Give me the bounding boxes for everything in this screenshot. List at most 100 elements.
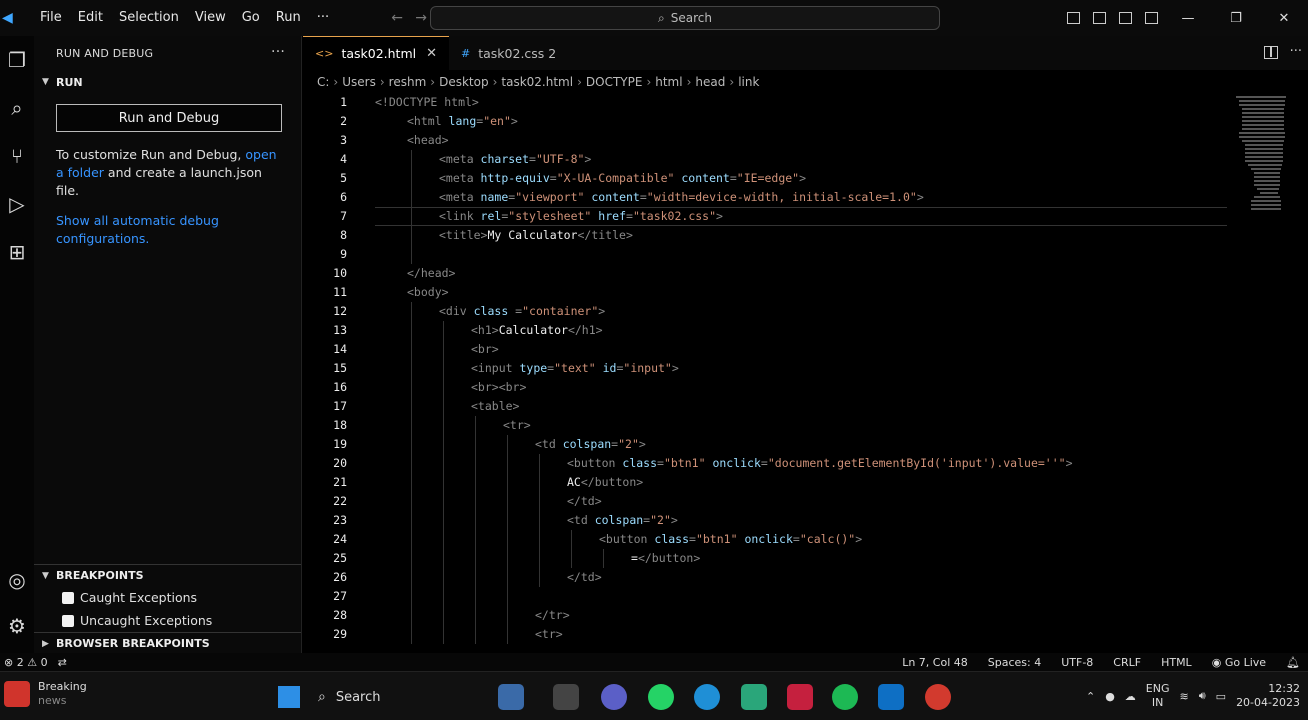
clock[interactable]: 12:32 20-04-2023	[1236, 682, 1300, 710]
widgets-app-icon[interactable]	[498, 684, 524, 710]
show-debug-configurations-link[interactable]: Show all automatic debug configurations.	[56, 212, 285, 248]
run-section-header[interactable]: ▼ RUN	[34, 70, 301, 94]
code-line[interactable]: 23 <td colspan="2">	[303, 511, 1308, 530]
menu-item-3[interactable]: View	[187, 0, 234, 36]
caught-exceptions-checkbox[interactable]	[62, 591, 74, 604]
run-and-debug-button[interactable]: Run and Debug	[56, 104, 282, 132]
whatsapp-icon[interactable]	[648, 684, 674, 710]
settings-gear-icon[interactable]: ⚙	[0, 606, 34, 646]
source-control-icon[interactable]: ⑂	[0, 136, 34, 176]
code-line[interactable]: 15 <input type="text" id="input">	[303, 359, 1308, 378]
toggle-primary-sidebar-icon[interactable]	[1060, 0, 1086, 36]
code-line[interactable]: 18 <tr>	[303, 416, 1308, 435]
chrome-browser-icon[interactable]	[741, 684, 767, 710]
chat-app-icon[interactable]	[601, 684, 627, 710]
taskbar-search[interactable]: ⌕ Search	[318, 684, 468, 710]
customize-layout-icon[interactable]	[1138, 0, 1164, 36]
debug-status-icon[interactable]: ⇄	[58, 656, 67, 669]
minimize-button[interactable]: —	[1164, 0, 1212, 36]
news-widget[interactable]: Breaking news	[4, 680, 87, 708]
file-explorer-icon[interactable]	[553, 684, 579, 710]
menu-item-0[interactable]: File	[32, 0, 70, 36]
code-line[interactable]: 21 AC</button>	[303, 473, 1308, 492]
code-line[interactable]: 2 <html lang="en">	[303, 112, 1308, 131]
code-line[interactable]: 3 <head>	[303, 131, 1308, 150]
language-mode[interactable]: HTML	[1161, 656, 1192, 669]
code-line[interactable]: 13 <h1>Calculator</h1>	[303, 321, 1308, 340]
toggle-panel-icon[interactable]	[1086, 0, 1112, 36]
breadcrumb-item[interactable]: head	[695, 75, 725, 89]
eol-status[interactable]: CRLF	[1113, 656, 1141, 669]
close-tab-icon[interactable]: ✕	[426, 46, 437, 61]
windows-start-icon[interactable]	[276, 684, 302, 710]
uncaught-exceptions-checkbox[interactable]	[62, 614, 74, 627]
browser-breakpoints-header[interactable]: ▶ BROWSER BREAKPOINTS	[34, 632, 301, 654]
code-line[interactable]: 5 <meta http-equiv="X-UA-Compatible" cont…	[303, 169, 1308, 188]
run-debug-icon[interactable]: ▷	[0, 184, 34, 224]
code-line[interactable]: 26 </td>	[303, 568, 1308, 587]
vscode-taskbar-icon[interactable]	[878, 684, 904, 710]
back-arrow-icon[interactable]: ←	[385, 10, 409, 26]
breadcrumb-item[interactable]: DOCTYPE	[586, 75, 643, 89]
go-live-button[interactable]: ◉ Go Live	[1212, 656, 1266, 669]
menu-item-1[interactable]: Edit	[70, 0, 111, 36]
account-icon[interactable]: ◎	[0, 560, 34, 600]
tab-task02-html[interactable]: <> task02.html ✕	[303, 36, 450, 70]
split-editor-icon[interactable]	[1264, 46, 1278, 59]
command-center-search[interactable]: ⌕ Search	[430, 6, 940, 30]
code-line[interactable]: 25 =</button>	[303, 549, 1308, 568]
code-line[interactable]: 16 <br><br>	[303, 378, 1308, 397]
breakpoint-caught-exceptions[interactable]: Caught Exceptions	[34, 586, 301, 609]
spotify-icon[interactable]	[832, 684, 858, 710]
indentation-status[interactable]: Spaces: 4	[988, 656, 1041, 669]
code-line[interactable]: 12 <div class ="container">	[303, 302, 1308, 321]
explorer-icon[interactable]: ❐	[0, 40, 34, 80]
tab-task02-css[interactable]: # task02.css 2	[449, 36, 568, 70]
code-line[interactable]: 22 </td>	[303, 492, 1308, 511]
breadcrumb-item[interactable]: Users	[342, 75, 376, 89]
menu-item-2[interactable]: Selection	[111, 0, 187, 36]
code-line[interactable]: 1 <!DOCTYPE html>	[303, 93, 1308, 112]
chrome-icon[interactable]	[925, 684, 951, 710]
volume-icon[interactable]: 🔊︎	[1199, 689, 1206, 703]
code-line[interactable]: 14 <br>	[303, 340, 1308, 359]
breadcrumb-item[interactable]: Desktop	[439, 75, 489, 89]
edge-browser-icon[interactable]	[694, 684, 720, 710]
menu-item-4[interactable]: Go	[234, 0, 268, 36]
breadcrumb-item[interactable]: html	[655, 75, 682, 89]
notifications-icon[interactable]: 🔔︎	[1286, 656, 1300, 669]
code-line[interactable]: 20 <button class="btn1" onclick="document…	[303, 454, 1308, 473]
code-line[interactable]: 6 <meta name="viewport" content="width=de…	[303, 188, 1308, 207]
wifi-icon[interactable]: ≋	[1180, 690, 1189, 703]
antivirus-tray-icon[interactable]: ●	[1105, 690, 1115, 703]
cursor-position[interactable]: Ln 7, Col 48	[902, 656, 968, 669]
code-line[interactable]: 4 <meta charset="UTF-8">	[303, 150, 1308, 169]
input-language[interactable]: ENG IN	[1146, 682, 1170, 710]
code-line[interactable]: 24 <button class="btn1" onclick="calc()">	[303, 530, 1308, 549]
menu-item-5[interactable]: Run	[268, 0, 309, 36]
search-icon[interactable]: ⌕	[0, 88, 34, 128]
code-editor[interactable]: 1 <!DOCTYPE html> 2 <html lang="en"> 3 <head>…	[303, 92, 1308, 653]
close-window-button[interactable]: ✕	[1260, 0, 1308, 36]
code-line[interactable]: 7 <link rel="stylesheet" href="task02.css…	[303, 207, 1308, 226]
menu-item-6[interactable]: ···	[309, 0, 337, 36]
encoding-status[interactable]: UTF-8	[1061, 656, 1093, 669]
code-line[interactable]: 29 <tr>	[303, 625, 1308, 644]
code-line[interactable]: 28 </tr>	[303, 606, 1308, 625]
breakpoint-uncaught-exceptions[interactable]: Uncaught Exceptions	[34, 609, 301, 632]
breadcrumb-item[interactable]: task02.html	[501, 75, 573, 89]
breakpoints-header[interactable]: ▼ BREAKPOINTS	[34, 564, 301, 586]
more-actions-icon[interactable]: ···	[271, 44, 285, 60]
code-line[interactable]: 8 <title>My Calculator</title>	[303, 226, 1308, 245]
restore-button[interactable]: ❐	[1212, 0, 1260, 36]
code-line[interactable]: 27	[303, 587, 1308, 606]
security-app-icon[interactable]	[787, 684, 813, 710]
breadcrumb-item[interactable]: C:	[317, 75, 329, 89]
extensions-icon[interactable]: ⊞	[0, 232, 34, 272]
code-line[interactable]: 9	[303, 245, 1308, 264]
chevron-up-icon[interactable]: ⌃	[1086, 690, 1095, 703]
code-line[interactable]: 10 </head>	[303, 264, 1308, 283]
breadcrumb-item[interactable]: link	[738, 75, 759, 89]
more-actions-icon[interactable]: ···	[1290, 44, 1302, 59]
onedrive-tray-icon[interactable]: ☁	[1125, 690, 1136, 703]
